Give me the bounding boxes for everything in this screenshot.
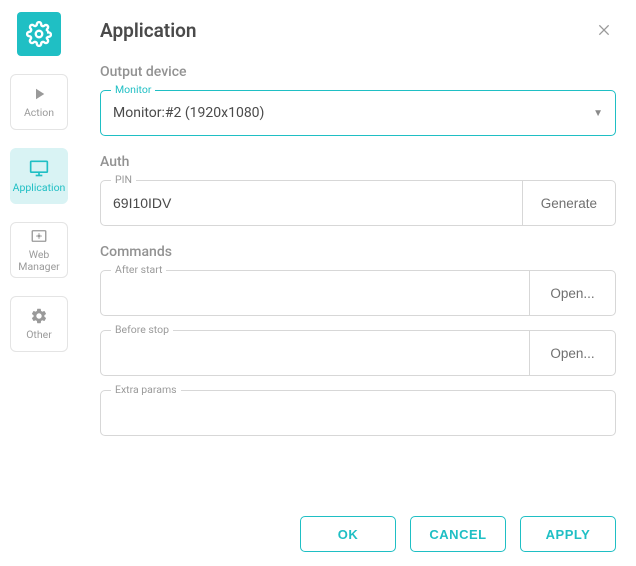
pin-input[interactable]: [113, 195, 510, 211]
sidebar-item-application[interactable]: Application: [10, 148, 68, 204]
header: Application: [100, 18, 616, 42]
nav-label: Other: [26, 329, 52, 341]
sidebar-item-web-manager[interactable]: Web Manager: [10, 222, 68, 278]
after-start-legend: After start: [111, 263, 166, 276]
nav-label: Application: [13, 182, 66, 194]
web-icon: [30, 227, 48, 245]
sidebar-item-other[interactable]: Other: [10, 296, 68, 352]
gear-icon: [30, 307, 48, 325]
pin-field[interactable]: PIN: [100, 180, 523, 226]
monitor-legend: Monitor: [111, 83, 155, 96]
monitor-value: Monitor:#2 (1920x1080): [113, 105, 593, 121]
extra-params-input[interactable]: [113, 405, 603, 421]
before-stop-legend: Before stop: [111, 323, 173, 336]
output-device-section: Output device Monitor Monitor:#2 (1920x1…: [100, 64, 616, 136]
sidebar: Action Application Web Manager Other: [0, 0, 78, 566]
nav-label: Action: [24, 107, 54, 119]
ok-button[interactable]: OK: [300, 516, 396, 552]
monitor-icon: [29, 158, 49, 178]
cancel-button[interactable]: CANCEL: [410, 516, 506, 552]
auth-label: Auth: [100, 154, 616, 170]
after-start-field[interactable]: After start: [100, 270, 530, 316]
auth-section: Auth PIN Generate: [100, 154, 616, 226]
before-stop-field[interactable]: Before stop: [100, 330, 530, 376]
commands-label: Commands: [100, 244, 616, 260]
pin-legend: PIN: [111, 173, 136, 186]
main-panel: Application Output device Monitor Monito…: [78, 0, 636, 566]
output-device-label: Output device: [100, 64, 616, 80]
chevron-down-icon: ▼: [593, 108, 603, 119]
gear-logo-icon: [26, 21, 52, 47]
app-logo: [17, 12, 61, 56]
after-start-input[interactable]: [113, 285, 517, 301]
page-title: Application: [100, 19, 197, 42]
close-button[interactable]: [592, 18, 616, 42]
nav-label: Web Manager: [11, 249, 67, 272]
apply-button[interactable]: APPLY: [520, 516, 616, 552]
before-stop-open-button[interactable]: Open...: [530, 330, 616, 376]
commands-section: Commands After start Open... Before stop…: [100, 244, 616, 436]
close-icon: [596, 22, 612, 38]
play-icon: [30, 85, 48, 103]
extra-params-field[interactable]: Extra params: [100, 390, 616, 436]
monitor-select[interactable]: Monitor Monitor:#2 (1920x1080) ▼: [100, 90, 616, 136]
footer: OK CANCEL APPLY: [100, 502, 616, 552]
after-start-open-button[interactable]: Open...: [530, 270, 616, 316]
generate-button[interactable]: Generate: [523, 180, 616, 226]
before-stop-input[interactable]: [113, 345, 517, 361]
extra-params-legend: Extra params: [111, 383, 181, 396]
sidebar-item-action[interactable]: Action: [10, 74, 68, 130]
